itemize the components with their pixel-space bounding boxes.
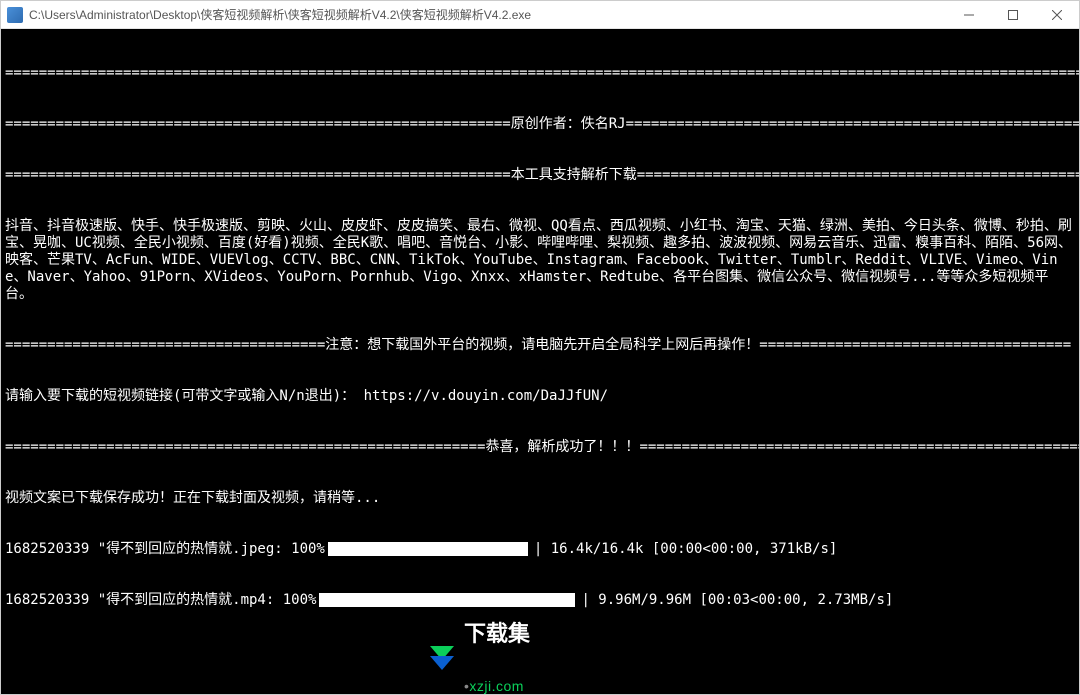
download-1b: 1682520339 "得不到回应的热情就.mp4: 100%| 9.96M/9…: [5, 592, 1075, 609]
support-text: 本工具支持解析下载: [511, 167, 637, 183]
progress-bar-1a: [328, 541, 528, 558]
divider: ========================================…: [5, 65, 1075, 82]
download-icon: [426, 642, 458, 674]
platforms-text: 抖音、抖音极速版、快手、快手极速版、剪映、火山、皮皮虾、皮皮搞笑、最右、微视、Q…: [5, 218, 1075, 303]
window-controls: [947, 1, 1079, 29]
blank-1: [5, 643, 1075, 660]
notice-line: ======================================注意…: [5, 337, 1075, 354]
maximize-button[interactable]: [991, 1, 1035, 29]
dl-1b-name: 1682520339 "得不到回应的热情就.mp4: 100%: [5, 592, 316, 609]
dl-1a-stats: 16.4k/16.4k [00:00<00:00, 371kB/s]: [551, 541, 838, 558]
app-window: C:\Users\Administrator\Desktop\侠客短视频解析\侠…: [0, 0, 1080, 695]
watermark-domain: •xzji.com: [464, 679, 531, 693]
dl-1a-name: 1682520339 "得不到回应的热情就.jpeg: 100%: [5, 541, 325, 558]
saved-1: 视频文案已下载保存成功！正在下载封面及视频，请稍等...: [5, 490, 1075, 507]
success-1: ========================================…: [5, 439, 1075, 456]
watermark-name: 下载集: [464, 623, 531, 645]
titlebar[interactable]: C:\Users\Administrator\Desktop\侠客短视频解析\侠…: [1, 1, 1079, 29]
success-1-text: 恭喜，解析成功了！！！: [485, 439, 639, 455]
window-title: C:\Users\Administrator\Desktop\侠客短视频解析\侠…: [29, 6, 947, 23]
close-button[interactable]: [1035, 1, 1079, 29]
author-text: 原创作者：佚名RJ: [511, 116, 626, 132]
download-1a: 1682520339 "得不到回应的热情就.jpeg: 100%| 16.4k/…: [5, 541, 1075, 558]
url-1: https://v.douyin.com/DaJJfUN/: [364, 388, 608, 404]
console-area[interactable]: ========================================…: [1, 29, 1079, 694]
app-icon: [7, 7, 23, 23]
author-line: ========================================…: [5, 116, 1075, 133]
watermark: 下载集 •xzji.com: [426, 589, 531, 694]
watermark-text-block: 下载集 •xzji.com: [464, 589, 531, 694]
minimize-button[interactable]: [947, 1, 991, 29]
minimize-icon: [964, 10, 974, 20]
support-line: ========================================…: [5, 167, 1075, 184]
maximize-icon: [1008, 10, 1018, 20]
prompt-1-label: 请输入要下载的短视频链接(可带文字或输入N/n退出)：: [5, 388, 355, 404]
close-icon: [1052, 10, 1062, 20]
dl-1b-stats: 9.96M/9.96M [00:03<00:00, 2.73MB/s]: [598, 592, 893, 609]
notice-text: 注意：想下载国外平台的视频，请电脑先开启全局科学上网后再操作！: [325, 337, 759, 353]
prompt-1: 请输入要下载的短视频链接(可带文字或输入N/n退出)： https://v.do…: [5, 388, 1075, 405]
